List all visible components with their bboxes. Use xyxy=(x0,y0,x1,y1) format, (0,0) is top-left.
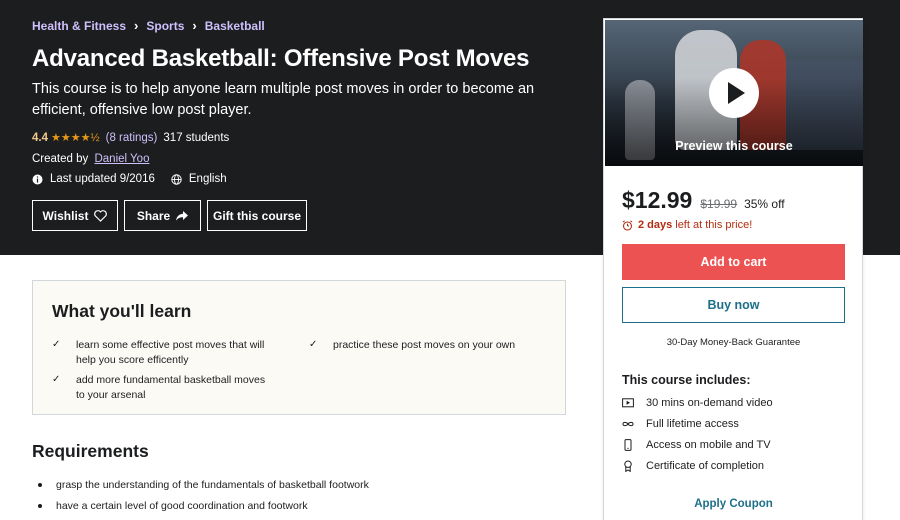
mobile-icon xyxy=(622,439,634,451)
star-rating-icon: ★★★★½ xyxy=(51,132,100,144)
infinity-icon xyxy=(622,418,634,430)
includes-item: Access on mobile and TV xyxy=(622,439,771,451)
ratings-count-link[interactable]: (8 ratings) xyxy=(106,132,158,144)
course-meta: Last updated 9/2016 English xyxy=(32,173,227,185)
share-label: Share xyxy=(136,208,171,223)
bullet-icon xyxy=(38,504,42,508)
created-by: Created by Daniel Yoo xyxy=(32,153,149,165)
course-title: Advanced Basketball: Offensive Post Move… xyxy=(32,45,530,72)
alarm-clock-icon xyxy=(622,219,633,231)
checkmark-icon: ✓ xyxy=(52,339,61,350)
breadcrumb-sports[interactable]: Sports xyxy=(146,19,184,33)
course-language: English xyxy=(188,173,227,185)
what-youll-learn: What you'll learn ✓ learn some effective… xyxy=(32,280,566,415)
original-price: $19.99 xyxy=(700,197,738,211)
wishlist-button[interactable]: Wishlist xyxy=(32,200,118,231)
globe-icon xyxy=(171,173,182,185)
learn-item: ✓ learn some effective post moves that w… xyxy=(52,339,265,366)
learn-item: ✓ add more fundamental basketball moves … xyxy=(52,374,266,401)
add-to-cart-button[interactable]: Add to cart xyxy=(622,244,845,280)
includes-item: Full lifetime access xyxy=(622,418,739,430)
rating-value: 4.4 xyxy=(32,131,48,144)
timer-days: 2 days xyxy=(638,219,673,231)
checkmark-icon: ✓ xyxy=(52,374,61,385)
discount-percent: 35% off xyxy=(744,197,785,211)
chevron-right-icon: › xyxy=(134,18,139,33)
gift-label: Gift this course xyxy=(212,208,301,223)
requirement-item: have a certain level of good coordinatio… xyxy=(38,500,308,512)
heart-icon xyxy=(94,209,108,222)
wishlist-label: Wishlist xyxy=(42,208,89,223)
certificate-icon xyxy=(622,460,634,473)
breadcrumb-basketball[interactable]: Basketball xyxy=(205,19,265,33)
course-subtitle: This course is to help anyone learn mult… xyxy=(32,81,535,118)
money-back-guarantee: 30-Day Money-Back Guarantee xyxy=(666,337,801,348)
current-price: $12.99 xyxy=(622,187,693,213)
students-count: 317 students xyxy=(163,131,230,144)
video-icon xyxy=(622,397,634,409)
requirements-title: Requirements xyxy=(32,441,149,461)
share-arrow-icon xyxy=(176,210,189,220)
gift-course-button[interactable]: Gift this course xyxy=(207,200,307,231)
breadcrumb: Health & Fitness › Sports › Basketball xyxy=(32,18,265,33)
timer-text: left at this price! xyxy=(675,219,753,231)
play-icon[interactable] xyxy=(709,68,759,118)
learn-item: ✓ practice these post moves on your own xyxy=(309,339,516,351)
includes-label: Full lifetime access xyxy=(646,418,739,430)
includes-item: Certificate of completion xyxy=(622,460,764,473)
chevron-right-icon: › xyxy=(192,18,197,33)
apply-coupon-button[interactable]: Apply Coupon xyxy=(622,498,845,510)
buy-now-button[interactable]: Buy now xyxy=(622,287,845,323)
includes-label: Access on mobile and TV xyxy=(646,439,771,451)
share-button[interactable]: Share xyxy=(124,200,201,231)
price-timer: 2 days left at this price! xyxy=(622,219,752,231)
breadcrumb-health-fitness[interactable]: Health & Fitness xyxy=(32,19,126,33)
info-icon xyxy=(32,174,43,185)
rating-row: 4.4 ★★★★½ (8 ratings) 317 students xyxy=(32,131,230,145)
learn-title: What you'll learn xyxy=(52,301,192,321)
created-by-label: Created by xyxy=(32,153,89,165)
author-link[interactable]: Daniel Yoo xyxy=(94,153,149,165)
preview-label: Preview this course xyxy=(675,139,793,153)
includes-label: Certificate of completion xyxy=(646,460,764,472)
bullet-icon xyxy=(38,483,42,487)
checkmark-icon: ✓ xyxy=(309,339,318,350)
includes-label: 30 mins on-demand video xyxy=(646,397,773,409)
price-row: $12.99 $19.99 35% off xyxy=(622,187,785,214)
includes-item: 30 mins on-demand video xyxy=(622,397,773,409)
requirement-item: grasp the understanding of the fundament… xyxy=(38,479,369,491)
last-updated: Last updated 9/2016 xyxy=(50,173,155,185)
includes-title: This course includes: xyxy=(622,373,751,387)
purchase-sidebar: Preview this course $12.99 $19.99 35% of… xyxy=(603,18,863,520)
course-preview-video[interactable]: Preview this course xyxy=(605,20,863,166)
